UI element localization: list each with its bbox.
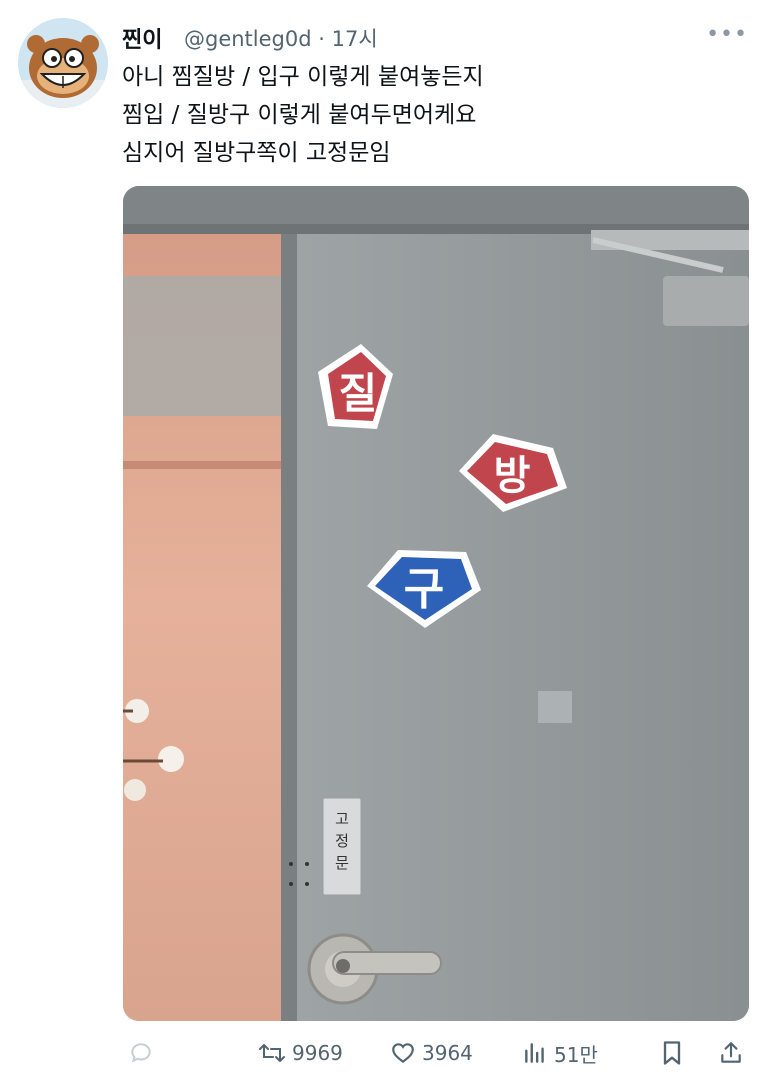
svg-text:고: 고 bbox=[335, 810, 349, 828]
tweet-line: 심지어 질방구쪽이 고정문임 bbox=[122, 140, 391, 166]
door-photo: 질 방 구 고 정 문 bbox=[123, 186, 749, 1021]
views-count: 51만 bbox=[554, 1042, 598, 1067]
like-count: 3964 bbox=[422, 1041, 473, 1065]
tweet-line: 찜입 / 질방구 이렇게 붙여두면어케요 bbox=[122, 102, 477, 128]
reply-button[interactable] bbox=[128, 1038, 154, 1068]
avatar[interactable] bbox=[18, 18, 108, 108]
retweet-count: 9969 bbox=[292, 1041, 343, 1065]
user-handle[interactable]: @gentleg0d · 17시 bbox=[184, 23, 378, 53]
more-options-icon[interactable]: ••• bbox=[706, 22, 748, 47]
bookmark-icon bbox=[663, 1041, 681, 1065]
like-button[interactable]: 3964 bbox=[390, 1038, 473, 1068]
svg-text:문: 문 bbox=[335, 854, 349, 872]
bookmark-button[interactable] bbox=[660, 1038, 684, 1068]
tweet-text: 아니 찜질방 / 입구 이렇게 붙여놓든지 찜입 / 질방구 이렇게 붙여두면어… bbox=[122, 58, 742, 172]
svg-text:방: 방 bbox=[494, 453, 531, 499]
heart-icon bbox=[392, 1043, 414, 1064]
action-bar: 9969 3964 51만 bbox=[0, 1030, 768, 1080]
tweet-header: 찐이 @gentleg0d · 17시 ••• bbox=[122, 18, 748, 54]
door-plate: 고 정 문 bbox=[322, 797, 362, 896]
timestamp[interactable]: 17시 bbox=[332, 27, 378, 51]
svg-text:정: 정 bbox=[335, 832, 349, 850]
comment-icon bbox=[131, 1043, 151, 1063]
handle-text: @gentleg0d bbox=[184, 27, 312, 51]
display-name[interactable]: 찐이 bbox=[122, 22, 162, 54]
share-button[interactable] bbox=[718, 1038, 744, 1068]
tweet-line: 아니 찜질방 / 입구 이렇게 붙여놓든지 bbox=[122, 64, 484, 90]
squirrel-avatar-icon bbox=[18, 18, 108, 108]
separator-dot: · bbox=[318, 27, 325, 51]
tweet-photo[interactable]: 질 방 구 고 정 문 bbox=[123, 186, 749, 1021]
svg-text:구: 구 bbox=[404, 564, 444, 615]
views-chart-icon bbox=[525, 1043, 544, 1063]
retweet-icon bbox=[259, 1044, 285, 1062]
share-icon bbox=[721, 1042, 741, 1063]
retweet-button[interactable]: 9969 bbox=[258, 1038, 343, 1068]
svg-text:질: 질 bbox=[339, 369, 378, 418]
views-button[interactable]: 51만 bbox=[522, 1038, 598, 1068]
